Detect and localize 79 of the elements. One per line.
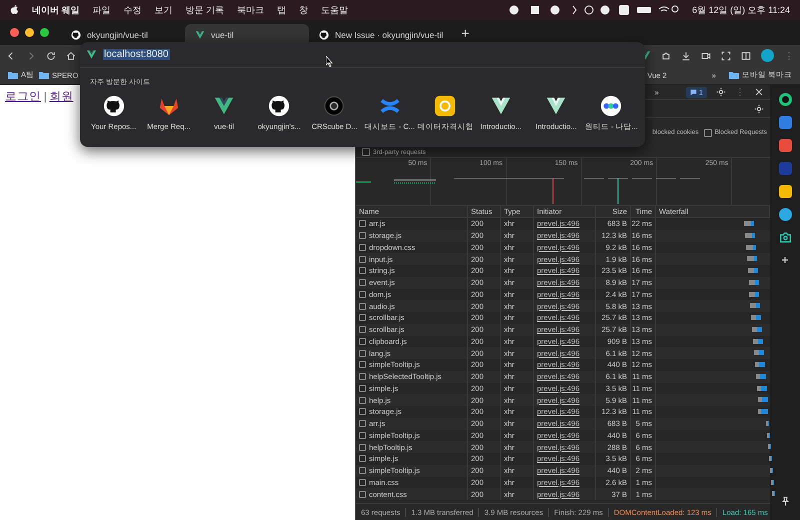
waterfall-bar (746, 244, 756, 250)
vue-logo-icon (195, 30, 205, 40)
folder-icon (8, 71, 18, 79)
browser-tab[interactable]: New Issue · okyungjin/vue-til (309, 24, 454, 45)
vue-logo-icon (545, 95, 568, 117)
waterfall-bar (753, 338, 763, 344)
waterfall-bar (754, 350, 764, 356)
zoom-window-icon[interactable] (40, 28, 49, 37)
clock-text: 6월 12일 (일) 오후 11:24 (692, 4, 790, 16)
waterfall-bar (751, 315, 762, 320)
menu-item[interactable]: 보기 (154, 4, 173, 16)
star-app-icon[interactable] (778, 185, 792, 198)
waterfall-bar (772, 491, 775, 496)
pin-icon[interactable] (780, 496, 790, 507)
waterfall-bar (770, 480, 774, 484)
menu-item[interactable]: 수정 (124, 4, 142, 16)
video-icon[interactable] (701, 50, 711, 60)
close-window-icon[interactable] (10, 28, 19, 37)
waterfall-bar (749, 292, 760, 296)
github-icon (319, 30, 329, 40)
menu-item[interactable]: 북마크 (237, 4, 264, 16)
capture-icon[interactable] (721, 50, 731, 60)
waterfall-bar (756, 386, 767, 390)
app-menu[interactable]: 네이버 웨일 (32, 4, 80, 16)
waterfall-bar (748, 280, 758, 285)
signup-link[interactable]: 회원 (49, 91, 74, 103)
apple-logo-icon[interactable] (10, 5, 19, 15)
waterfall-bar (770, 468, 773, 473)
waterfall-bar (767, 432, 770, 438)
reload-icon[interactable] (46, 50, 56, 60)
waterfall-bar (744, 221, 754, 226)
folder-icon (728, 71, 739, 79)
waterfall-bar (766, 420, 770, 426)
add-icon[interactable] (779, 254, 791, 266)
address-field[interactable]: localhost:8080 (103, 49, 170, 60)
waterfall-bar (769, 456, 772, 461)
sidebar-icon[interactable] (741, 50, 751, 60)
dots-logo-icon (600, 95, 622, 117)
mouse-cursor-icon (326, 56, 334, 67)
download-icon[interactable] (681, 50, 691, 60)
settings-icon[interactable] (716, 87, 726, 97)
menu-item[interactable]: 방문 기록 (186, 4, 224, 16)
menu-item[interactable]: 파일 (92, 4, 111, 16)
waterfall-bar (754, 362, 765, 367)
waterfall-bar (744, 232, 755, 238)
vue-logo-icon (213, 95, 236, 117)
new-tab-button[interactable]: + (453, 25, 478, 45)
waterfall-bar (756, 374, 766, 379)
menu-item[interactable]: 도움말 (321, 4, 348, 16)
status-icons-drawing[interactable] (509, 5, 680, 15)
message-icon (690, 88, 697, 96)
separator-text: | (44, 91, 46, 103)
waterfall-bar (750, 303, 760, 308)
waterfall-bar (746, 256, 757, 262)
waterfall-bar (758, 409, 768, 414)
vue-logo-icon (490, 95, 512, 117)
profile-avatar[interactable] (761, 49, 774, 62)
vue-logo-icon (86, 49, 97, 60)
github-icon (71, 30, 81, 40)
waterfall-bar (758, 397, 768, 402)
heart-app-icon[interactable] (778, 139, 792, 152)
bird-app-icon[interactable] (778, 208, 792, 221)
briefcase-app-icon[interactable] (778, 116, 792, 129)
settings-icon[interactable] (754, 104, 764, 114)
minimize-window-icon[interactable] (25, 28, 34, 37)
login-link[interactable]: 로그인 (5, 91, 41, 103)
github-icon (102, 95, 125, 117)
close-icon[interactable] (754, 87, 764, 97)
waterfall-bar (752, 326, 762, 332)
folder-icon (39, 71, 50, 79)
menu-item[interactable]: 탭 (277, 4, 286, 16)
github-icon (268, 95, 290, 117)
waterfall-bar (748, 268, 758, 273)
ring-app-icon[interactable] (778, 93, 792, 106)
waterfall-bar (768, 444, 772, 450)
browser-tab[interactable]: okyungjin/vue-til (61, 24, 185, 45)
menu-item[interactable]: 창 (299, 4, 308, 16)
camera-icon[interactable] (778, 231, 792, 244)
home-icon[interactable] (66, 50, 76, 60)
